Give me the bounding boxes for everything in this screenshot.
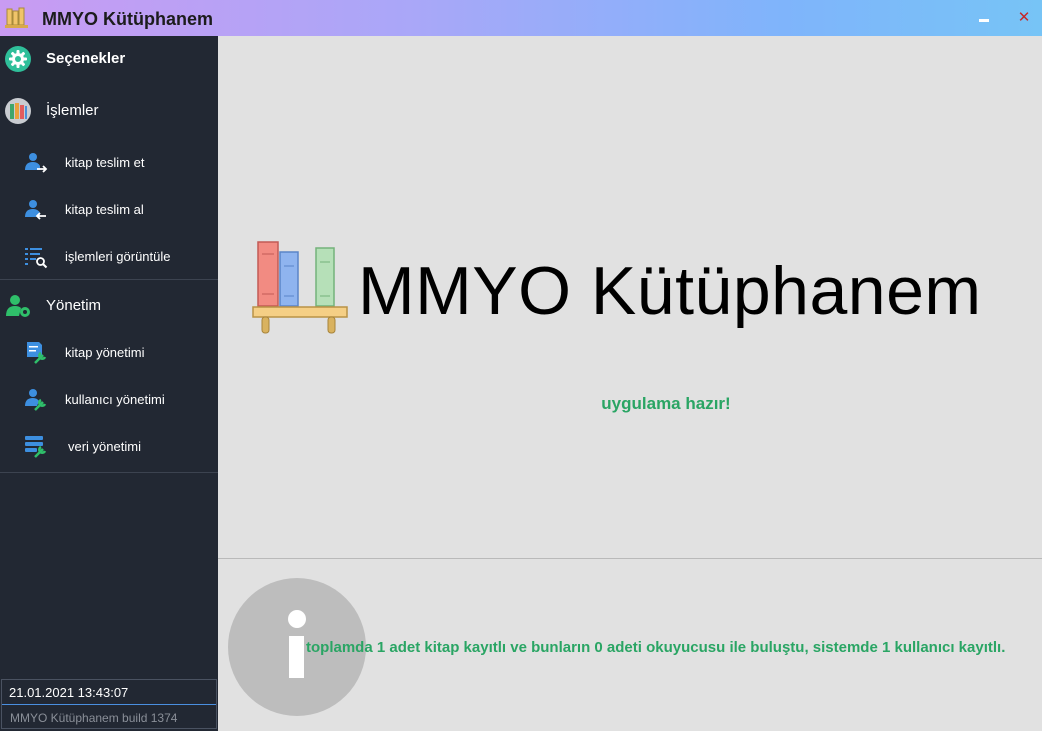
section-divider — [218, 558, 1042, 559]
info-icon-dot — [288, 610, 306, 628]
status-divider — [2, 704, 216, 705]
sidebar-label-options: Seçenekler — [46, 50, 126, 67]
minimize-button[interactable] — [972, 6, 996, 30]
database-wrench-icon — [25, 436, 47, 458]
sidebar: Seçenekler İşlemler kitap teslim et kita… — [0, 36, 218, 731]
build-label: MMYO Kütüphanem build 1374 — [10, 711, 178, 725]
user-arrow-left-icon — [25, 200, 46, 220]
sidebar-label-user-management: kullanıcı yönetimi — [65, 392, 165, 407]
sidebar-label-data-management: veri yönetimi — [68, 439, 141, 454]
list-search-icon — [25, 248, 48, 269]
sidebar-label-operations: İşlemler — [46, 102, 99, 119]
close-button[interactable]: ✕ — [1012, 6, 1036, 30]
title-bar: MMYO Kütüphanem ✕ — [0, 0, 1042, 36]
sidebar-item-user-management[interactable]: kullanıcı yönetimi — [0, 378, 218, 422]
user-gear-icon — [6, 295, 30, 317]
sidebar-item-book-management[interactable]: kitap yönetimi — [0, 331, 218, 375]
sidebar-label-receive-book: kitap teslim al — [65, 202, 144, 217]
sidebar-item-management[interactable]: Yönetim — [0, 283, 218, 329]
book-wrench-icon — [27, 342, 47, 364]
bookshelf-icon — [252, 241, 348, 334]
sidebar-item-receive-book[interactable]: kitap teslim al — [0, 188, 218, 232]
sidebar-divider — [0, 279, 218, 280]
sidebar-item-data-management[interactable]: veri yönetimi — [0, 425, 218, 469]
hero-title: MMYO Kütüphanem — [358, 253, 982, 329]
app-books-icon — [5, 7, 28, 28]
sidebar-item-operations[interactable]: İşlemler — [0, 88, 218, 134]
status-message: uygulama hazır! — [601, 394, 731, 413]
gear-icon — [5, 46, 31, 72]
sidebar-item-options[interactable]: Seçenekler — [0, 36, 218, 82]
sidebar-divider — [0, 472, 218, 473]
info-icon-bar — [289, 636, 304, 678]
sidebar-label-management: Yönetim — [46, 297, 102, 314]
info-message: toplamda 1 adet kitap kayıtlı ve bunları… — [306, 639, 1006, 656]
sidebar-item-deliver-book[interactable]: kitap teslim et — [0, 141, 218, 185]
user-arrow-right-icon — [25, 153, 48, 173]
sidebar-label-view-operations: işlemleri görüntüle — [65, 249, 171, 264]
user-wrench-icon — [25, 389, 47, 411]
books-icon — [5, 98, 31, 124]
sidebar-item-view-operations[interactable]: işlemleri görüntüle — [0, 235, 218, 279]
status-box: 21.01.2021 13:43:07 MMYO Kütüphanem buil… — [1, 679, 217, 729]
sidebar-label-deliver-book: kitap teslim et — [65, 155, 145, 170]
main-panel: MMYO Kütüphanem uygulama hazır! toplamda… — [218, 36, 1042, 731]
datetime-label: 21.01.2021 13:43:07 — [9, 685, 129, 700]
window-title: MMYO Kütüphanem — [42, 9, 213, 29]
sidebar-label-book-management: kitap yönetimi — [65, 345, 145, 360]
